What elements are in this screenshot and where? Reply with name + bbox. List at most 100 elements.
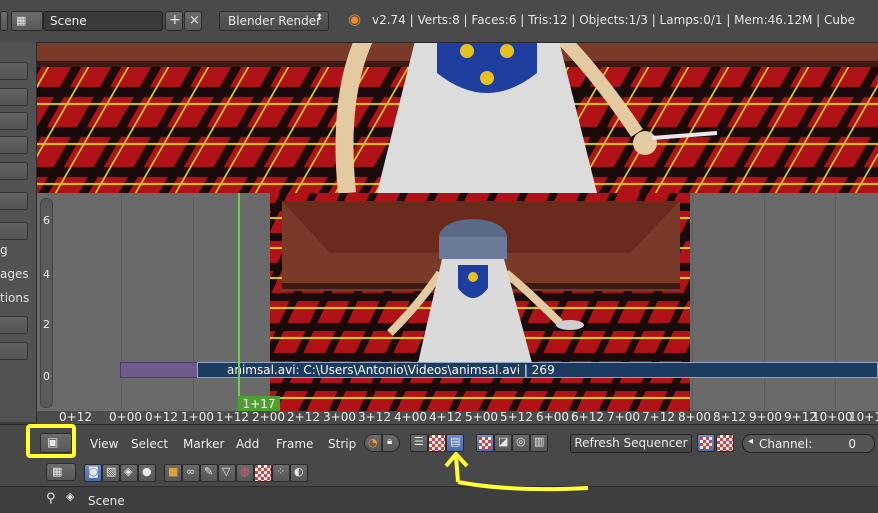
- material-tab[interactable]: ◍: [236, 464, 254, 482]
- properties-context-bar: ⚲ ◈ Scene: [0, 486, 878, 513]
- scene-tab[interactable]: ◈: [120, 464, 138, 482]
- ruler-tick: 7+12: [642, 410, 675, 424]
- display-histogram-button[interactable]: ▥: [530, 434, 548, 452]
- properties-header: ▦ ◙ ▧ ◈ ● ■ ∞ ✎ ▽ ◍ ⁘ ◐: [0, 460, 878, 486]
- info-header: ▦ Scene + × Blender Render ⬍ ◉ v2.74 | V…: [0, 0, 878, 43]
- ruler-tick: 4+00: [394, 410, 427, 424]
- render-tab[interactable]: ◙: [84, 464, 102, 482]
- modifiers-tab[interactable]: ✎: [200, 464, 218, 482]
- view-sequencer-button[interactable]: ☰: [410, 434, 428, 452]
- physics-tab[interactable]: ◐: [290, 464, 308, 482]
- physics-icon: ◐: [294, 465, 304, 478]
- ruler-tick: 6+12: [571, 410, 604, 424]
- ruler-tick: 0+00: [109, 410, 142, 424]
- delete-scene-button[interactable]: ×: [184, 11, 202, 31]
- menu-frame[interactable]: Frame: [276, 437, 313, 451]
- camera-icon: ◙: [88, 465, 99, 478]
- render-layers-tab[interactable]: ▧: [102, 464, 120, 482]
- refresh-sequencer-button[interactable]: Refresh Sequencer: [570, 434, 692, 453]
- particles-icon: ⁘: [276, 465, 286, 478]
- channel-tick-label: 0: [43, 370, 50, 383]
- properties-editor-type-button[interactable]: ▦: [46, 463, 76, 481]
- texture-tab[interactable]: [254, 464, 272, 482]
- ruler-tick: 8+12: [713, 410, 746, 424]
- ruler-tick: 2+00: [252, 410, 285, 424]
- left-arrow-icon: ◂: [748, 436, 754, 447]
- channel-tick-label: 4: [43, 268, 50, 281]
- world-icon: ●: [142, 465, 152, 478]
- movie-strip[interactable]: animsal.avi: C:\Users\Antonio\Videos\ani…: [197, 362, 878, 378]
- menu-strip[interactable]: Strip: [328, 437, 356, 451]
- toolshelf-button[interactable]: [0, 62, 28, 80]
- toolshelf-button[interactable]: [0, 136, 28, 154]
- channel-tick-label: 2: [43, 318, 50, 331]
- toolshelf-button[interactable]: [0, 162, 28, 180]
- properties-icon: ▦: [52, 465, 63, 478]
- plus-icon: +: [169, 12, 181, 28]
- data-tab[interactable]: ▽: [218, 464, 236, 482]
- render-engine-text: Blender Render: [228, 14, 322, 28]
- object-tab[interactable]: ■: [164, 464, 182, 482]
- toolshelf-button[interactable]: [0, 112, 28, 130]
- toolshelf-button[interactable]: [0, 88, 28, 106]
- toolshelf-button[interactable]: [0, 342, 28, 360]
- movie-strip-label: animsal.avi: C:\Users\Antonio\Videos\ani…: [227, 363, 555, 377]
- pin-icon[interactable]: ⚲: [46, 491, 56, 506]
- scene-icon: ◈: [66, 490, 75, 503]
- backdrop-toggle-button[interactable]: [716, 434, 734, 452]
- clock-icon: ◔: [368, 436, 378, 449]
- view-sequencer-preview-button[interactable]: ▤: [446, 434, 464, 452]
- menu-select[interactable]: Select: [131, 437, 168, 451]
- particles-tab[interactable]: ⁘: [272, 464, 290, 482]
- toolshelf-button[interactable]: [0, 192, 28, 210]
- menu-add[interactable]: Add: [236, 437, 259, 451]
- material-icon: ◍: [240, 465, 250, 478]
- render-engine-select[interactable]: Blender Render ⬍: [219, 11, 329, 31]
- x-icon: ×: [189, 13, 200, 28]
- ruler-tick: 8+00: [678, 410, 711, 424]
- ruler-tick: 1+00: [181, 410, 214, 424]
- menu-view[interactable]: View: [90, 437, 118, 451]
- context-scene-label: Scene: [88, 494, 125, 508]
- add-scene-button[interactable]: +: [165, 11, 183, 31]
- world-tab[interactable]: ●: [138, 464, 156, 482]
- view-preview-button[interactable]: [428, 434, 446, 452]
- ruler-tick: 0+12: [145, 410, 178, 424]
- ruler-tick: 9+00: [749, 410, 782, 424]
- sequencer-preview-icon: ▤: [450, 435, 461, 448]
- constraints-tab[interactable]: ∞: [182, 464, 200, 482]
- channel-label: Channel:: [759, 437, 813, 451]
- display-vectorscope-button[interactable]: ◎: [512, 434, 530, 452]
- toolshelf-button[interactable]: [0, 316, 28, 334]
- ruler-tick: 3+12: [358, 410, 391, 424]
- scene-icon: ◈: [124, 465, 133, 478]
- playhead-line[interactable]: [238, 193, 240, 411]
- layers-icon: ▧: [106, 465, 117, 478]
- grid-icon: ▦: [16, 14, 27, 27]
- lock-button[interactable]: 🔒︎: [382, 434, 400, 452]
- screen-layout-button[interactable]: ▦: [11, 11, 43, 31]
- waveform-icon: ◪: [498, 435, 509, 448]
- ruler-tick: 3+00: [323, 410, 356, 424]
- mesh-icon: ▽: [222, 465, 231, 478]
- display-waveform-button[interactable]: ◪: [494, 434, 512, 452]
- scene-name-text: Scene: [50, 14, 87, 28]
- cube-icon: ■: [168, 465, 179, 478]
- toolshelf-label: tions: [0, 291, 30, 305]
- scene-field[interactable]: Scene: [43, 11, 163, 31]
- time-ruler[interactable]: 0+12 0+00 0+12 1+00 1+12 2+00 2+12 3+00 …: [37, 411, 878, 424]
- ruler-tick: 4+12: [429, 410, 462, 424]
- histogram-icon: ▥: [534, 435, 545, 448]
- overlay-icon: [700, 437, 712, 449]
- overlay-toggle-button[interactable]: [697, 434, 715, 452]
- ruler-tick: 10+1: [849, 410, 878, 424]
- strip-handle-left[interactable]: [120, 362, 200, 378]
- menu-marker[interactable]: Marker: [183, 437, 224, 451]
- toolshelf-label: ages: [0, 267, 29, 281]
- channel-field[interactable]: ◂ Channel: 0: [742, 434, 875, 453]
- window-menu-button[interactable]: [0, 11, 8, 31]
- time-icon-button[interactable]: ◔: [364, 434, 382, 452]
- ruler-tick: 2+12: [287, 410, 320, 424]
- toolshelf-button[interactable]: [0, 222, 28, 240]
- display-image-button[interactable]: [476, 434, 494, 452]
